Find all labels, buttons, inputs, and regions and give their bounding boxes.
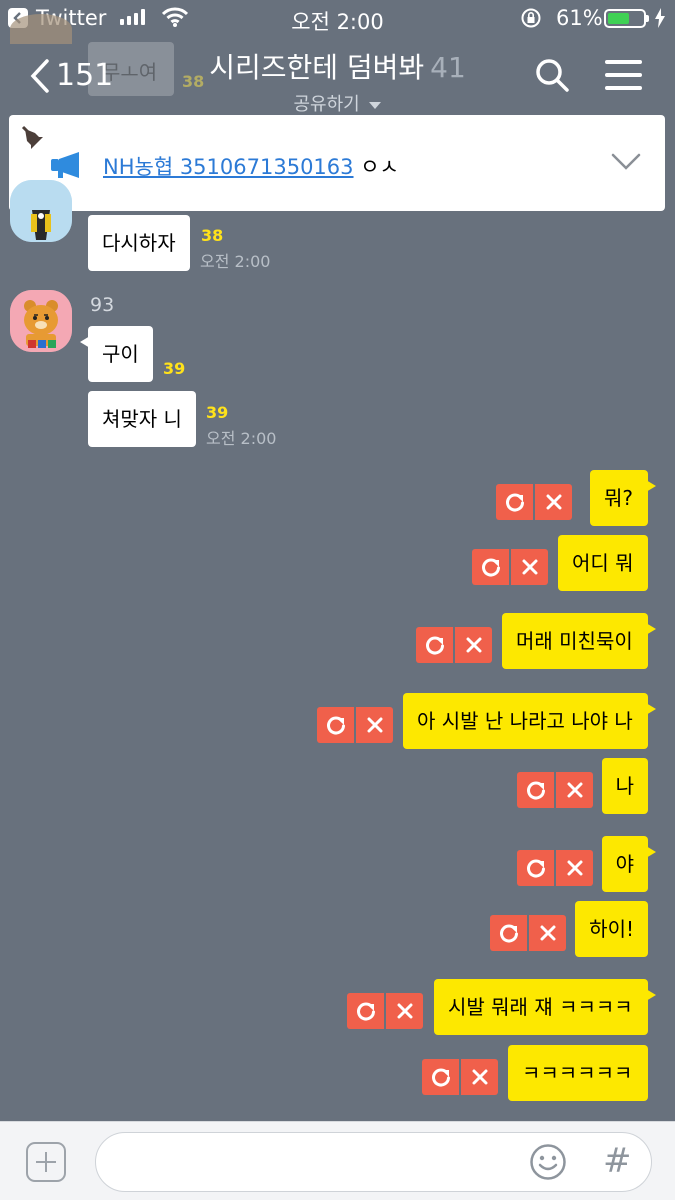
outgoing-message-bubble[interactable]: ㅋㅋㅋㅋㅋㅋ — [508, 1045, 648, 1101]
outgoing-message-bubble[interactable]: 야 — [601, 836, 657, 892]
chat-header: 151 시리즈한테 덤벼봐 41 공유하기 — [0, 36, 675, 115]
chevron-down-icon[interactable] — [611, 153, 641, 171]
close-icon[interactable] — [535, 484, 572, 520]
message-text: 어디 뭐 — [572, 551, 634, 575]
pin-icon — [21, 125, 43, 149]
retry-icon[interactable] — [317, 707, 354, 743]
incoming-message-bubble[interactable]: 구이 — [80, 326, 153, 382]
outgoing-message-bubble[interactable]: 어디 뭐 — [558, 535, 648, 591]
menu-icon[interactable] — [605, 60, 642, 99]
share-label: 공유하기 — [293, 94, 360, 115]
chat-title: 시리즈한테 덤벼봐 — [209, 51, 425, 84]
retry-icon[interactable] — [490, 915, 527, 951]
notice-suffix: ㅇㅅ — [353, 155, 399, 179]
outgoing-message-bubble[interactable]: 머래 미친묵이 — [502, 613, 656, 669]
retry-icon[interactable] — [517, 850, 554, 886]
megaphone-icon — [51, 152, 79, 178]
message-text: ㅋㅋㅋㅋㅋㅋ — [522, 1061, 633, 1085]
chat-title-area[interactable]: 시리즈한테 덤벼봐 41 공유하기 — [0, 46, 675, 116]
message-text: 야 — [615, 852, 634, 876]
close-icon[interactable] — [556, 850, 593, 886]
unread-count: 38 — [201, 226, 224, 245]
pinned-notice[interactable]: NH농협 3510671350163 ㅇㅅ — [9, 115, 665, 211]
search-icon[interactable] — [535, 58, 569, 92]
share-dropdown[interactable]: 공유하기 — [0, 90, 675, 116]
retry-icon[interactable] — [347, 993, 384, 1029]
outgoing-message-bubble[interactable]: 하이! — [575, 901, 648, 957]
unread-count: 39 — [163, 359, 186, 378]
hash-icon[interactable]: # — [603, 1141, 632, 1181]
message-text: 뭐? — [604, 486, 634, 510]
outgoing-message-bubble[interactable]: 시발 뭐래 쟤 ㅋㅋㅋㅋ — [434, 979, 656, 1035]
message-time: 오전 2:00 — [200, 252, 271, 271]
close-icon[interactable] — [556, 772, 593, 808]
failed-message-actions — [317, 707, 393, 743]
message-text: 시발 뭐래 쟤 ㅋㅋㅋㅋ — [448, 995, 633, 1019]
retry-icon[interactable] — [472, 549, 509, 585]
input-bar: # — [0, 1121, 675, 1200]
message-text: 쳐맞자 니 — [102, 407, 182, 431]
failed-message-actions — [517, 850, 593, 886]
message-time: 오전 2:00 — [206, 429, 277, 448]
message-text: 아 시발 난 나라고 나야 나 — [417, 709, 633, 733]
failed-message-actions — [490, 915, 566, 951]
retry-icon[interactable] — [416, 627, 453, 663]
close-icon[interactable] — [455, 627, 492, 663]
failed-message-actions — [496, 484, 572, 520]
rotation-lock-icon — [521, 8, 541, 28]
message-text: 구이 — [102, 342, 139, 366]
retry-icon[interactable] — [496, 484, 533, 520]
avatar[interactable] — [10, 180, 72, 242]
outgoing-message-bubble[interactable]: 아 시발 난 나라고 나야 나 — [403, 693, 656, 749]
charging-icon — [655, 8, 665, 28]
message-text: 머래 미친묵이 — [516, 629, 633, 653]
avatar[interactable] — [10, 290, 72, 352]
failed-message-actions — [422, 1059, 498, 1095]
plus-icon[interactable] — [26, 1142, 66, 1182]
message-text: 하이! — [589, 917, 634, 941]
failed-message-actions — [472, 549, 548, 585]
outgoing-message-bubble[interactable]: 나 — [601, 758, 648, 814]
sender-name: 93 — [90, 294, 115, 316]
battery-icon — [604, 9, 646, 28]
notice-text: NH농협 3510671350163 ㅇㅅ — [103, 151, 399, 181]
member-count: 41 — [430, 51, 466, 84]
close-icon[interactable] — [511, 549, 548, 585]
status-bar: Twitter 오전 2:00 61% — [0, 0, 675, 36]
message-text: 다시하자 — [102, 231, 176, 255]
retry-icon[interactable] — [422, 1059, 459, 1095]
incoming-message-bubble[interactable]: 다시하자 — [88, 215, 190, 271]
close-icon[interactable] — [386, 993, 423, 1029]
close-icon[interactable] — [529, 915, 566, 951]
message-text: 나 — [615, 774, 634, 798]
close-icon[interactable] — [356, 707, 393, 743]
caret-down-icon — [369, 102, 382, 109]
battery-tip — [646, 15, 649, 22]
notice-account-link[interactable]: NH농협 3510671350163 — [103, 155, 354, 179]
message-input[interactable] — [95, 1132, 652, 1192]
failed-message-actions — [347, 993, 423, 1029]
lion-avatar-icon — [10, 290, 72, 352]
failed-message-actions — [517, 772, 593, 808]
failed-message-actions — [416, 627, 492, 663]
character-avatar-icon — [10, 180, 72, 242]
emoji-icon[interactable] — [529, 1143, 567, 1181]
incoming-message-bubble[interactable]: 쳐맞자 니 — [88, 391, 196, 447]
retry-icon[interactable] — [517, 772, 554, 808]
unread-count: 39 — [206, 403, 229, 422]
outgoing-message-bubble[interactable]: 뭐? — [590, 470, 656, 526]
close-icon[interactable] — [461, 1059, 498, 1095]
battery-percent: 61% — [556, 6, 603, 30]
